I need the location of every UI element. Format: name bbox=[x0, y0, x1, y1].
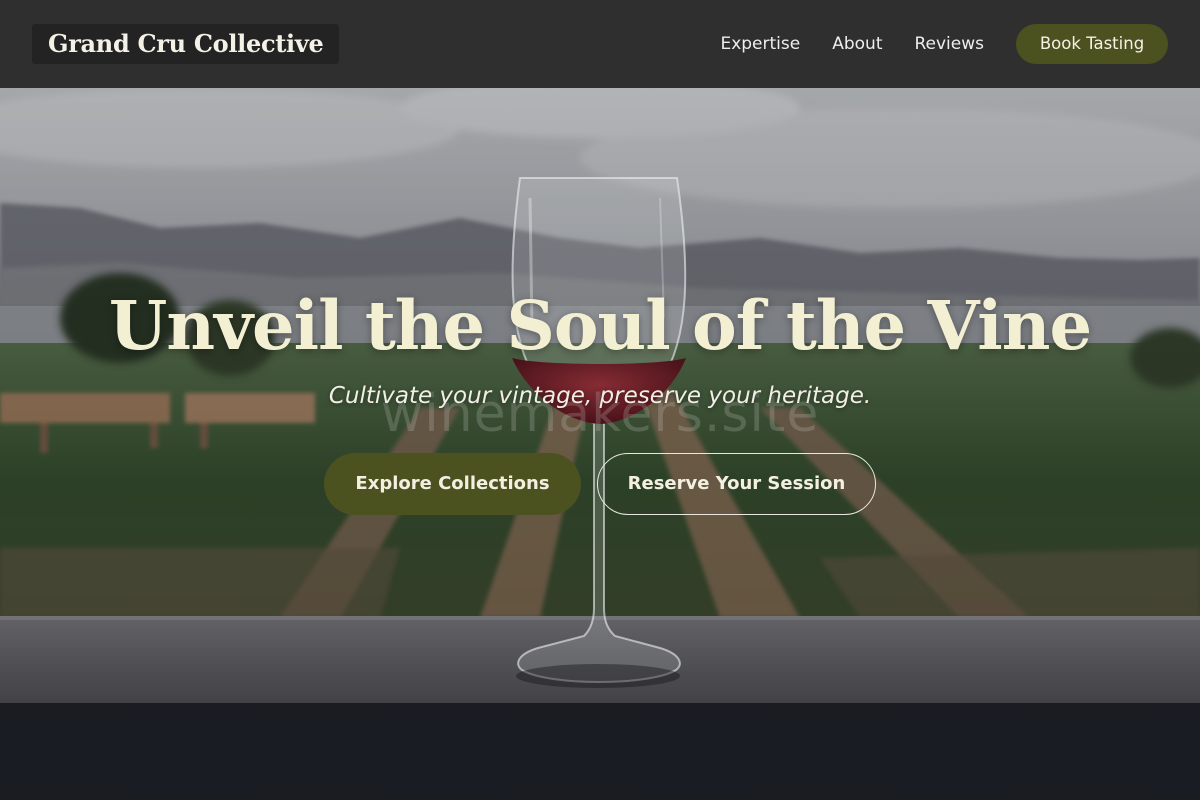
hero-background-image bbox=[0, 88, 1200, 800]
hero-subheadline: Cultivate your vintage, preserve your he… bbox=[328, 383, 872, 409]
top-nav: Grand Cru Collective Expertise About Rev… bbox=[0, 0, 1200, 88]
brand-logo[interactable]: Grand Cru Collective bbox=[32, 24, 340, 64]
nav-link-expertise[interactable]: Expertise bbox=[720, 34, 800, 54]
nav-link-about[interactable]: About bbox=[832, 34, 882, 54]
explore-collections-button[interactable]: Explore Collections bbox=[324, 453, 581, 515]
hero-headline: Unveil the Soul of the Vine bbox=[108, 286, 1092, 365]
nav-link-reviews[interactable]: Reviews bbox=[914, 34, 984, 54]
reserve-session-button[interactable]: Reserve Your Session bbox=[597, 453, 876, 515]
nav-links: Expertise About Reviews Book Tasting bbox=[720, 24, 1168, 64]
book-tasting-button[interactable]: Book Tasting bbox=[1016, 24, 1168, 64]
hero-section: Unveil the Soul of the Vine winemakers.s… bbox=[0, 88, 1200, 800]
